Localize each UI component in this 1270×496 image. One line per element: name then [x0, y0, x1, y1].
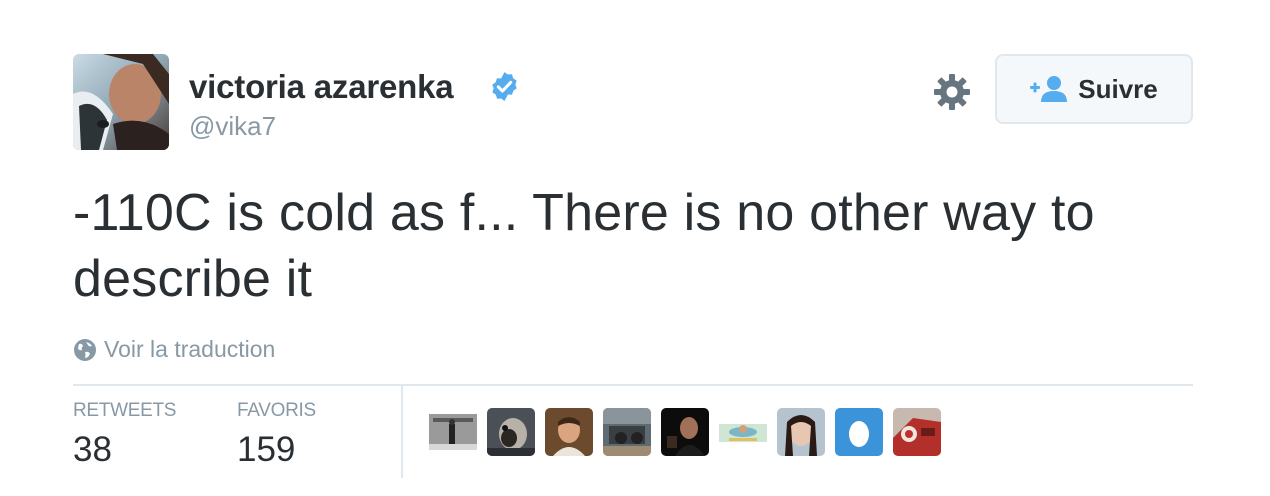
favoriter-avatar-7[interactable]: [777, 408, 825, 456]
stats-divider: [73, 384, 1193, 386]
favorites-stat[interactable]: FAVORIS 159: [237, 400, 316, 470]
globe-icon: [73, 338, 97, 362]
user-handle[interactable]: @vika7: [189, 111, 276, 142]
follow-button[interactable]: Suivre: [995, 54, 1193, 124]
favoriter-avatar-9[interactable]: [893, 408, 941, 456]
user-full-name[interactable]: victoria azarenka: [189, 68, 454, 106]
favoriter-avatar-1[interactable]: [429, 408, 477, 456]
verified-badge-icon: [488, 70, 521, 103]
retweets-label: RETWEETS: [73, 400, 177, 421]
gear-icon[interactable]: [932, 72, 972, 112]
favoriter-avatar-2[interactable]: [487, 408, 535, 456]
follow-label: Suivre: [1078, 73, 1158, 104]
favoriter-avatar-6[interactable]: [719, 408, 767, 456]
translate-link[interactable]: Voir la traduction: [73, 336, 275, 363]
favoriter-avatar-3[interactable]: [545, 408, 593, 456]
profile-avatar[interactable]: [73, 54, 169, 150]
translate-label: Voir la traduction: [104, 336, 276, 362]
retweets-stat[interactable]: RETWEETS 38: [73, 400, 176, 470]
stats-vertical-divider: [401, 386, 403, 478]
favorites-count: 159: [237, 430, 296, 469]
favoriters-list: [429, 408, 951, 456]
favoriter-avatar-5[interactable]: [661, 408, 709, 456]
favorites-label: FAVORIS: [237, 400, 316, 421]
add-user-icon: [1030, 74, 1070, 104]
retweets-count: 38: [73, 430, 112, 469]
favoriter-avatar-egg[interactable]: [835, 408, 883, 456]
tweet-text: -110C is cold as f... There is no other …: [73, 184, 1095, 308]
favoriter-avatar-4[interactable]: [603, 408, 651, 456]
